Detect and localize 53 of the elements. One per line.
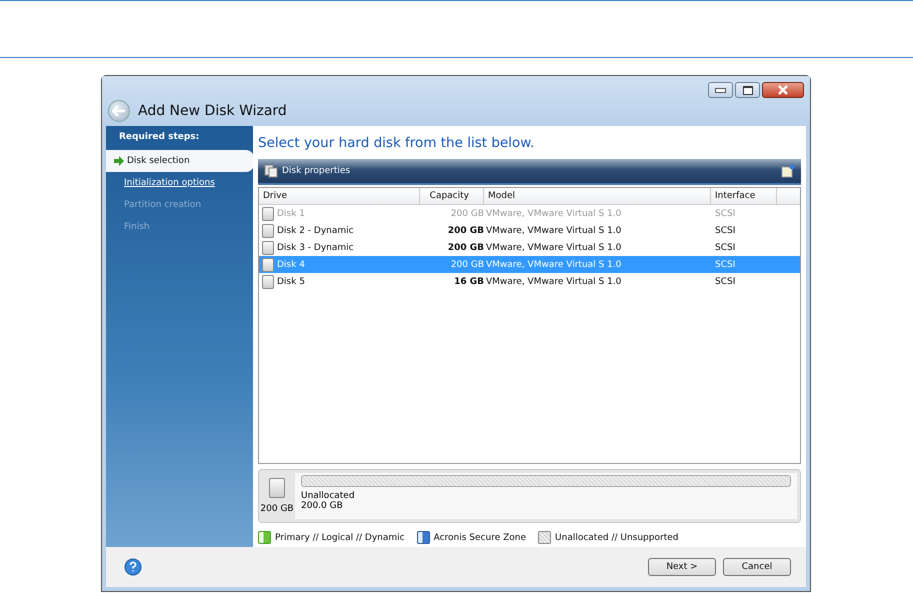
legend-swatch bbox=[416, 531, 430, 544]
legend-label: Unallocated // Unsupported bbox=[555, 532, 678, 542]
table-cell-text: SCSI bbox=[714, 276, 736, 286]
sidebar-heading: Required steps: bbox=[118, 132, 200, 144]
table-cell-text: 200 GB bbox=[450, 260, 484, 270]
legend-label: Acronis Secure Zone bbox=[434, 532, 526, 542]
partition-label: Unallocated bbox=[301, 491, 356, 501]
table-cell-text: VMware, VMware Virtual S 1.0 bbox=[485, 276, 622, 286]
step-item[interactable]: Disk selection bbox=[106, 150, 254, 172]
step-item[interactable]: Initialization options bbox=[106, 172, 253, 194]
disk-row[interactable]: Disk 3 - Dynamic 200 GB VMware, VMware Virtual S 1.0 SCSI bbox=[259, 239, 800, 256]
table-cell-text: VMware, VMware Virtual S 1.0 bbox=[485, 226, 622, 236]
table-cell-text: VMware, VMware Virtual S 1.0 bbox=[485, 260, 622, 270]
minimize-button[interactable] bbox=[708, 82, 733, 98]
close-button[interactable] bbox=[762, 82, 804, 98]
drive-name: Disk 2 - Dynamic bbox=[277, 226, 354, 236]
drive-name: Disk 3 - Dynamic bbox=[277, 242, 354, 252]
table-cell-text: SCSI bbox=[714, 242, 736, 252]
disk-row[interactable]: Disk 5 16 GB VMware, VMware Virtual S 1.0 SCSI bbox=[259, 273, 800, 290]
table-cell-text: SCSI bbox=[714, 260, 736, 270]
wizard-button[interactable]: Next > bbox=[648, 558, 716, 576]
table-cell-text: 200 GB bbox=[450, 208, 484, 218]
properties-icon[interactable] bbox=[781, 164, 795, 178]
column-header[interactable]: Interface bbox=[711, 188, 777, 204]
wizard-button[interactable]: Cancel bbox=[723, 558, 791, 576]
column-header[interactable]: Capacity bbox=[420, 188, 484, 204]
disk-size: 200 GB bbox=[260, 504, 294, 514]
legend-swatch bbox=[538, 531, 552, 544]
table-cell-text: 200 GB bbox=[446, 242, 484, 252]
back-arrow-icon bbox=[112, 105, 126, 117]
disks-icon bbox=[264, 164, 278, 178]
window-title: Add New Disk Wizard bbox=[138, 103, 287, 119]
legend-label: Primary // Logical // Dynamic bbox=[275, 532, 405, 542]
instruction-heading: Select your hard disk from the list below. bbox=[258, 134, 536, 153]
arrow-icon bbox=[114, 156, 124, 166]
partition-size: 200.0 GB bbox=[301, 501, 344, 511]
table-cell-text: SCSI bbox=[714, 208, 736, 218]
table-cell-text: 16 GB bbox=[453, 276, 484, 286]
panel-title: Disk properties bbox=[282, 166, 352, 176]
maximize-button[interactable] bbox=[735, 82, 760, 98]
column-header[interactable]: Model bbox=[484, 188, 711, 204]
disk-row[interactable]: Disk 2 - Dynamic 200 GB VMware, VMware Virtual S 1.0 SCSI bbox=[259, 222, 800, 239]
help-icon[interactable] bbox=[124, 558, 142, 576]
drive-name: Disk 5 bbox=[277, 276, 305, 286]
column-header[interactable]: Drive bbox=[259, 188, 420, 204]
table-cell-text: 200 GB bbox=[446, 226, 484, 236]
legend-swatch bbox=[258, 531, 271, 544]
table-cell-text: SCSI bbox=[714, 226, 736, 236]
drive-name: Disk 4 bbox=[277, 260, 305, 270]
drive-name: Disk 1 bbox=[277, 208, 305, 218]
table-cell-text: VMware, VMware Virtual S 1.0 bbox=[485, 242, 622, 252]
table-cell-text: VMware, VMware Virtual S 1.0 bbox=[485, 208, 622, 218]
close-icon bbox=[776, 85, 790, 95]
